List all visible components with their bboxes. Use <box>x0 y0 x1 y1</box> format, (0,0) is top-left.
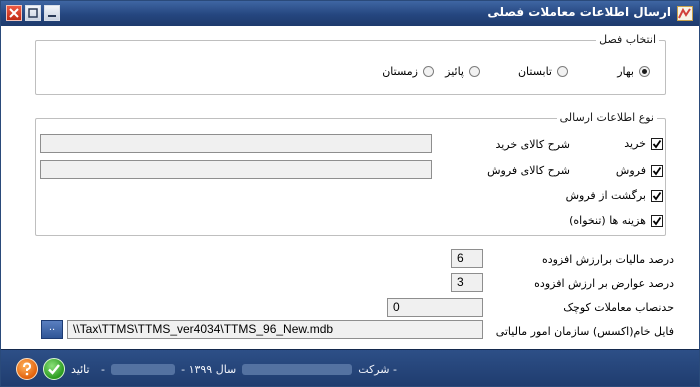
window-title: ارسال اطلاعات معاملات فصلی <box>487 5 671 19</box>
browse-file-button[interactable]: .. <box>41 320 63 339</box>
sale-checkbox-option[interactable]: فروش <box>616 164 663 177</box>
question-mark-icon <box>23 362 32 376</box>
checkmark-icon <box>652 139 662 148</box>
redacted-company-name <box>242 364 353 375</box>
redacted-user-name <box>110 364 176 375</box>
close-icon <box>9 8 19 18</box>
expenses-label: هزینه ها (تنخواه) <box>569 214 646 227</box>
sale-label: فروش <box>615 164 646 177</box>
radio-button[interactable] <box>469 66 480 77</box>
confirm-label: تائید <box>71 363 90 376</box>
duties-percent-label: درصد عوارض بر ارزش افزوده <box>534 277 674 290</box>
checkmark-icon <box>652 166 662 175</box>
purchase-desc-field[interactable] <box>40 134 432 153</box>
minimize-button[interactable] <box>44 5 60 21</box>
sale-desc-field[interactable] <box>40 160 432 179</box>
season-legend: انتخاب فصل <box>596 33 659 46</box>
radio-selected-dot <box>642 69 647 74</box>
vat-percent-label: درصد مالیات برارزش افزوده <box>541 253 674 266</box>
sale-return-label: برگشت از فروش <box>565 189 646 202</box>
radio-button[interactable] <box>639 66 650 77</box>
checkmark-icon <box>652 191 662 200</box>
info-type-group: نوع اطلاعات ارسالی خرید شرح کالای خرید ف… <box>35 111 666 236</box>
close-button[interactable] <box>6 5 22 21</box>
maximize-button[interactable] <box>25 5 41 21</box>
duties-percent-field[interactable]: 3 <box>451 273 483 292</box>
small-threshold-label: حدنصاب معاملات کوچک <box>563 301 674 314</box>
minimize-icon <box>48 15 56 17</box>
access-file-label: فایل خام(اکسس) سازمان امور مالیاتی <box>495 325 674 338</box>
status-suffix: - <box>101 363 105 376</box>
season-winter-label: زمستان <box>382 65 418 78</box>
season-spring-option[interactable]: بهار <box>617 65 650 78</box>
sale-return-checkbox[interactable] <box>651 189 663 202</box>
app-icon <box>677 6 693 21</box>
purchase-desc-label: شرح کالای خرید <box>495 138 570 151</box>
radio-button[interactable] <box>557 66 568 77</box>
sale-checkbox[interactable] <box>651 164 663 177</box>
sale-desc-label: شرح کالای فروش <box>487 164 570 177</box>
season-autumn-option[interactable]: پائیز <box>445 65 480 78</box>
purchase-checkbox[interactable] <box>651 137 663 150</box>
vat-percent-field[interactable]: 6 <box>451 249 483 268</box>
season-group: انتخاب فصل بهار تابستان پائیز زمستان <box>35 33 666 95</box>
season-summer-option[interactable]: تابستان <box>518 65 568 78</box>
maximize-icon <box>28 8 38 18</box>
company-status-text: - شرکت سال ۱۳۹۹ - - <box>101 363 397 376</box>
purchase-label: خرید <box>624 137 646 150</box>
small-threshold-field[interactable]: 0 <box>387 298 483 317</box>
title-bar: ارسال اطلاعات معاملات فصلی <box>1 1 699 26</box>
send-quarterly-transactions-window: ارسال اطلاعات معاملات فصلی انتخاب فصل به… <box>0 0 700 387</box>
season-autumn-label: پائیز <box>445 65 464 78</box>
radio-button[interactable] <box>423 66 434 77</box>
access-file-path-field[interactable]: \\Tax\TTMS\TTMS_ver4034\TTMS_96_New.mdb <box>67 320 483 339</box>
confirm-button[interactable] <box>43 358 65 380</box>
info-type-legend: نوع اطلاعات ارسالی <box>556 111 657 124</box>
checkmark-icon <box>48 364 60 375</box>
season-summer-label: تابستان <box>517 65 552 78</box>
expenses-checkbox[interactable] <box>651 214 663 227</box>
sale-return-checkbox-option[interactable]: برگشت از فروش <box>566 189 663 202</box>
status-year-label: سال ۱۳۹۹ - <box>181 363 237 376</box>
status-company-prefix: - شرکت <box>358 363 397 376</box>
status-bar: تائید - شرکت سال ۱۳۹۹ - - <box>1 349 699 386</box>
purchase-checkbox-option[interactable]: خرید <box>624 137 663 150</box>
season-spring-label: بهار <box>617 65 634 78</box>
season-winter-option[interactable]: زمستان <box>382 65 434 78</box>
help-button[interactable] <box>16 358 38 380</box>
checkmark-icon <box>652 216 662 225</box>
expenses-checkbox-option[interactable]: هزینه ها (تنخواه) <box>569 214 663 227</box>
